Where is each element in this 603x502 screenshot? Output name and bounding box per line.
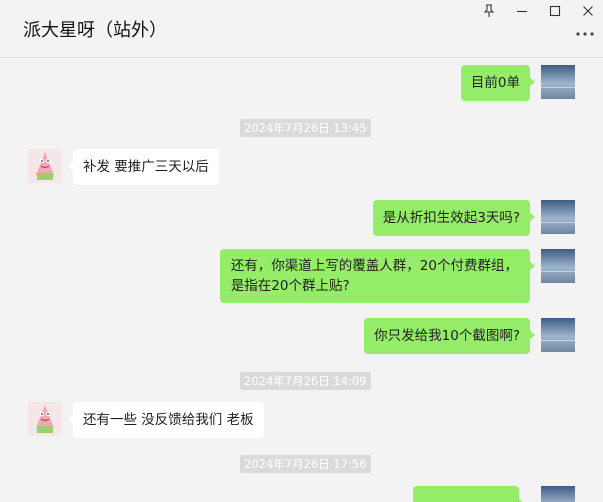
maximize-icon[interactable] [545, 2, 565, 20]
timestamp: 2024年7月26日 17:56 [240, 455, 371, 473]
close-icon[interactable] [578, 2, 598, 20]
minimize-icon[interactable] [512, 2, 532, 20]
outgoing-message[interactable]: 是从折扣生效起3天吗? [372, 200, 536, 236]
chat-area[interactable]: 目前0单 2024年7月26日 13:45 补发 要推广三天以后 是从折扣生效起… [0, 58, 603, 502]
message-line: 还有，你渠道上写的覆盖人群，20个付费群组， [230, 258, 518, 274]
my-avatar[interactable] [541, 200, 575, 234]
timestamp: 2024年7月26日 14:09 [240, 372, 371, 390]
outgoing-message[interactable] [413, 486, 524, 502]
contact-avatar[interactable] [28, 402, 62, 436]
my-avatar[interactable] [541, 249, 575, 283]
contact-avatar[interactable] [28, 149, 62, 183]
my-avatar[interactable] [541, 65, 575, 99]
more-icon[interactable] [575, 27, 595, 41]
incoming-message[interactable]: 补发 要推广三天以后 [68, 149, 219, 185]
my-avatar[interactable] [541, 318, 575, 352]
chat-header: 派大星呀（站外） [0, 0, 603, 58]
timestamp: 2024年7月26日 13:45 [240, 119, 371, 137]
my-avatar[interactable] [541, 486, 575, 502]
chat-title: 派大星呀（站外） [23, 20, 167, 41]
outgoing-message[interactable]: 目前0单 [460, 65, 536, 101]
outgoing-message[interactable]: 你只发给我10个截图啊? [364, 318, 535, 354]
pin-icon[interactable] [479, 2, 499, 20]
message-line: 是指在20个群上贴? [230, 278, 350, 294]
incoming-message[interactable]: 还有一些 没反馈给我们 老板 [68, 402, 264, 438]
outgoing-message[interactable]: 还有，你渠道上写的覆盖人群，20个付费群组， 是指在20个群上贴? [219, 249, 536, 303]
